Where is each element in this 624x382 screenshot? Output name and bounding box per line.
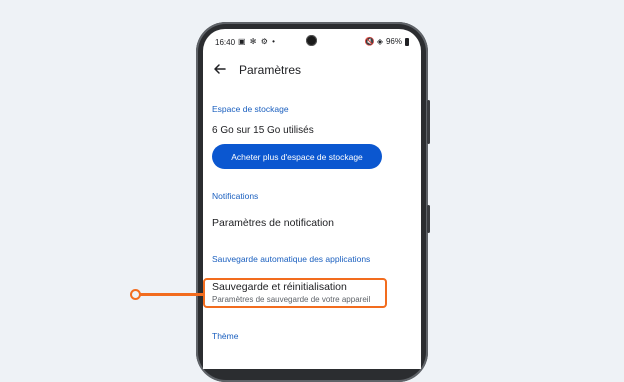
battery-icon xyxy=(405,37,409,46)
storage-usage: 6 Go sur 15 Go utilisés xyxy=(212,125,314,136)
front-camera-icon xyxy=(306,35,317,46)
status-time: 16:40 xyxy=(215,38,236,47)
volume-button xyxy=(427,100,430,144)
status-bar: 16:40 ▣ ✻ ⚙ • 🔇 ◈ 96% xyxy=(203,29,421,57)
section-header-backup: Sauvegarde automatique des applications xyxy=(212,254,371,264)
section-header-theme: Thème xyxy=(212,331,239,341)
buy-storage-button[interactable]: Acheter plus d'espace de stockage xyxy=(212,144,382,169)
phone-screen: 16:40 ▣ ✻ ⚙ • 🔇 ◈ 96% Paramètres Espace … xyxy=(203,29,421,369)
status-right: 🔇 ◈ 96% xyxy=(365,37,409,46)
highlight-box xyxy=(203,278,387,308)
signal-icon: 🔇 ◈ xyxy=(364,37,383,46)
notification-settings-item[interactable]: Paramètres de notification xyxy=(212,217,334,229)
back-arrow-icon[interactable] xyxy=(213,62,227,76)
battery-level: 96% xyxy=(385,37,402,46)
notification-icons: ▣ ✻ ⚙ • xyxy=(238,37,276,46)
page-title: Paramètres xyxy=(239,63,302,77)
callout-dot xyxy=(130,289,141,300)
section-header-notifications: Notifications xyxy=(212,191,259,201)
callout-line xyxy=(136,293,204,296)
section-header-storage: Espace de stockage xyxy=(212,104,289,114)
power-button xyxy=(427,205,430,233)
